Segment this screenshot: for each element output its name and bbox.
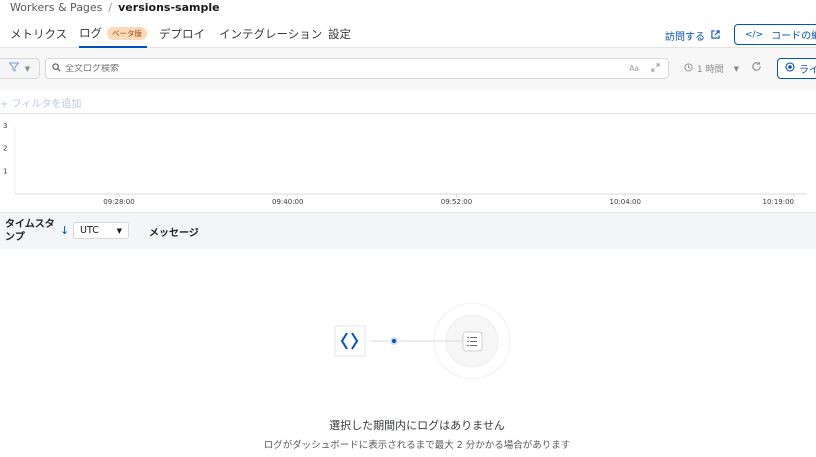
column-header-timestamp: タイムスタンプ [5,219,55,243]
timezone-value: UTC [80,225,99,236]
live-label: ライブ [799,65,816,76]
tab-settings[interactable]: 設定 [328,20,351,48]
filter-icon [8,62,20,75]
search-input[interactable] [65,63,630,74]
log-list-icon [462,331,483,352]
tab-label: インテグレーション [219,27,323,41]
breadcrumb-parent[interactable]: Workers & Pages [10,1,102,14]
live-icon [785,62,795,75]
y-tick-label: 1 [3,167,7,175]
chevron-down-icon: ▼ [733,64,739,73]
tab-integrations[interactable]: インテグレーション [219,20,322,48]
chevron-down-icon: ▼ [24,64,31,73]
tab-label: ログ [79,26,102,40]
y-tick-label: 2 [3,145,7,153]
tab-deployments[interactable]: デプロイ [159,20,205,48]
search-icon [52,62,61,75]
tab-logs[interactable]: ログ ベータ版 [79,20,147,48]
clock-icon [684,62,693,75]
expand-icon[interactable] [651,62,660,75]
empty-state-subtitle: ログがダッシュボードに表示されるまで最大 2 分かかる場合があります [263,440,571,451]
visit-label: 訪問する [665,32,705,43]
visit-link[interactable]: 訪問する [665,28,720,43]
search-box: Aa [45,58,669,79]
log-volume-chart: 1 2 3 09:28:00 09:40:00 09:52:00 10:04:00 10:19… [0,120,816,212]
caret-down-icon: ▼ [116,226,122,235]
filter-button[interactable]: ▼ [0,58,40,79]
time-range-value: 1 時間 [697,65,724,75]
x-tick-label: 09:52:00 [441,198,472,206]
y-tick-label: 3 [3,122,7,130]
log-toolbar: ▼ Aa 1 時間 ▼ ライブ [0,48,816,90]
edit-code-button[interactable]: </> コードの編集 [734,24,816,45]
tab-label: メトリクス [10,27,68,41]
x-tick-label: 09:40:00 [272,198,303,206]
external-link-icon [711,29,720,42]
x-tick-label: 10:04:00 [610,198,641,206]
chart-canvas: 1 2 3 09:28:00 09:40:00 09:52:00 10:04:00 10:19… [3,122,806,206]
refresh-icon[interactable] [751,61,762,75]
breadcrumb: Workers & Pages / versions-sample [10,0,220,14]
code-icon: </> [745,29,764,40]
tab-metrics[interactable]: メトリクス [10,20,67,48]
add-filter-button[interactable]: + フィルタを追加 [0,92,816,114]
worker-logo-icon [334,325,366,357]
time-range-picker[interactable]: 1 時間 ▼ [684,62,739,75]
x-tick-label: 09:28:00 [103,198,134,206]
breadcrumb-current: versions-sample [118,0,220,14]
column-header-message: メッセージ [149,228,199,239]
match-case-toggle[interactable]: Aa [629,64,639,73]
live-button[interactable]: ライブ [777,58,816,79]
tab-label: デプロイ [159,27,205,41]
table-header: タイムスタンプ ↓ UTC ▼ メッセージ [0,212,816,249]
timezone-select[interactable]: UTC ▼ [73,222,129,239]
status-dot [390,337,398,345]
tab-label: 設定 [328,27,351,41]
empty-state-title: 選択した期間内にログはありません [329,419,505,432]
beta-badge: ベータ版 [107,26,147,40]
x-tick-label: 10:19:00 [763,198,794,206]
edit-code-label: コードの編集 [771,31,816,42]
sort-descending-icon[interactable]: ↓ [60,224,69,237]
empty-state-illustration [0,290,816,400]
breadcrumb-separator: / [108,0,113,14]
